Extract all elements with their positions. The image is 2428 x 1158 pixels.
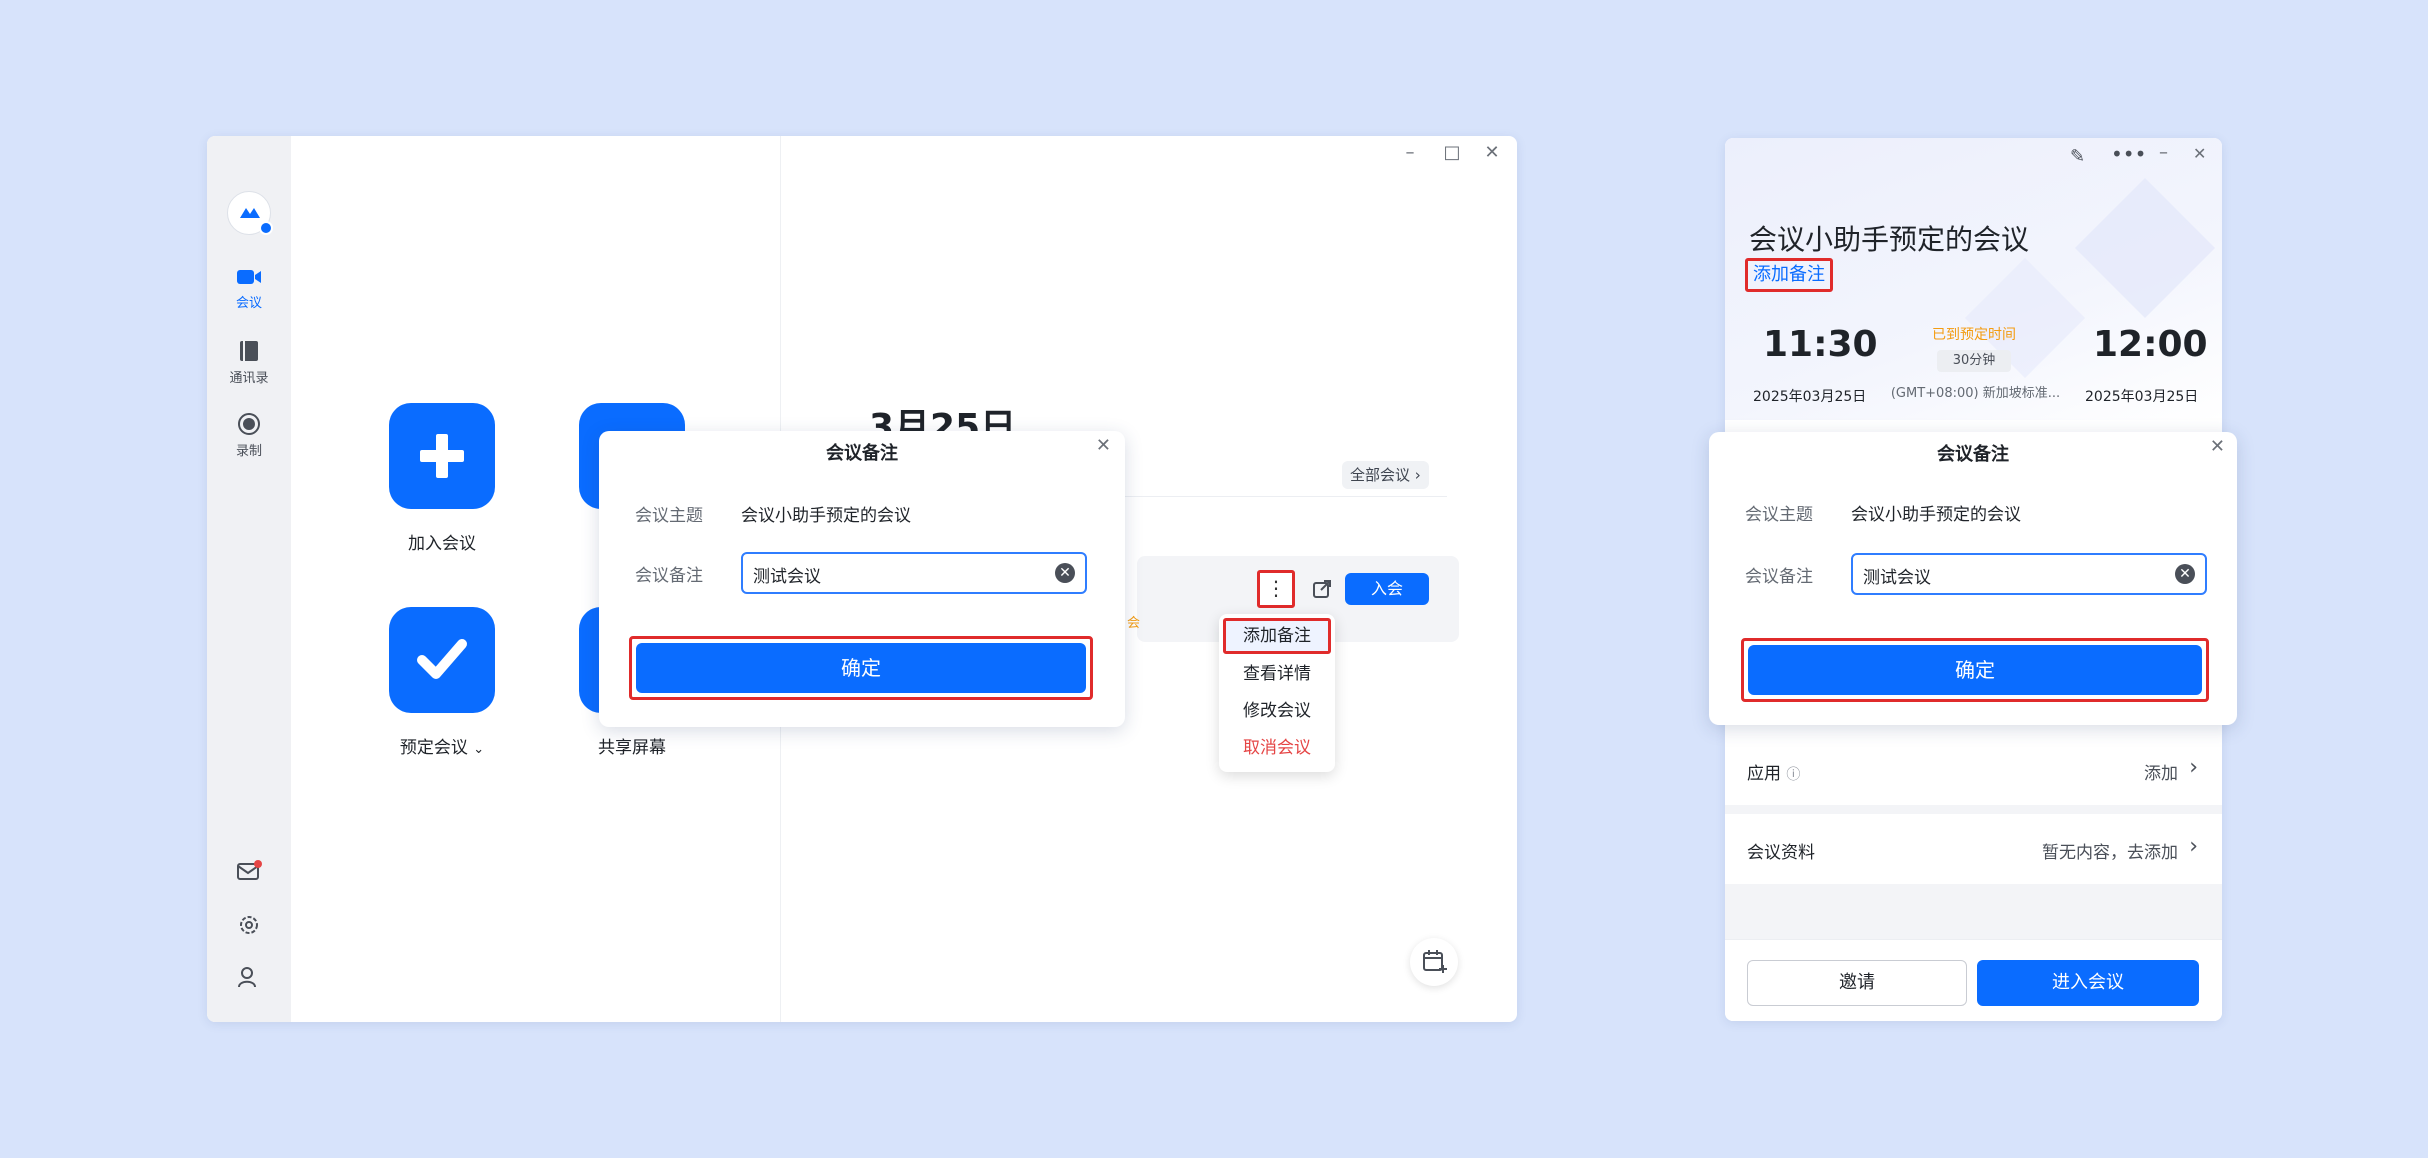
note-input[interactable]: 测试会议 ✕: [1851, 553, 2207, 595]
sidebar-item-settings[interactable]: [207, 913, 291, 941]
empty-area: [1725, 884, 2222, 940]
close-button[interactable]: ✕: [2193, 144, 2206, 163]
dialog-title: 会议备注: [826, 443, 898, 464]
mail-icon: [237, 860, 262, 880]
action-label-text: 预定会议: [399, 738, 468, 758]
action-label: 共享屏幕: [598, 738, 666, 758]
sidebar-item-label: 通讯录: [229, 371, 269, 386]
topic-label: 会议主题: [635, 506, 703, 526]
timezone-text: (GMT+08:00) 新加坡标准...: [1890, 386, 2061, 401]
join-tile: [389, 403, 495, 509]
invite-button[interactable]: 邀请: [1747, 960, 1967, 1006]
share-link-icon[interactable]: [1307, 574, 1337, 604]
minimize-button[interactable]: –: [2159, 142, 2168, 163]
detail-footer: 邀请 进入会议: [1725, 939, 2222, 1021]
topic-value: 会议小助手预定的会议: [741, 506, 911, 526]
sidebar: 会议 通讯录 录制: [207, 136, 291, 1022]
all-meetings-link[interactable]: 全部会议 ›: [1342, 461, 1429, 489]
sidebar-item-profile[interactable]: [207, 965, 291, 993]
join-button[interactable]: 入会: [1345, 573, 1429, 605]
more-options-button[interactable]: ⋮: [1257, 570, 1295, 608]
sidebar-item-recordings[interactable]: 录制: [207, 412, 291, 459]
dialog-title: 会议备注: [1937, 444, 2009, 465]
close-button[interactable]: ✕: [1477, 142, 1507, 163]
materials-action[interactable]: 暂无内容，去添加: [2042, 838, 2178, 863]
add-note-link[interactable]: 添加备注: [1745, 258, 1833, 292]
sidebar-item-meetings[interactable]: 会议: [207, 266, 291, 311]
end-time: 12:00: [2093, 324, 2208, 365]
menu-item-view-details[interactable]: 查看详情: [1219, 656, 1335, 692]
user-icon: [238, 967, 256, 988]
meeting-title: 会议小助手预定的会议: [1749, 223, 2030, 256]
meeting-note-dialog: 会议备注 ✕ 会议主题 会议小助手预定的会议 会议备注 测试会议 ✕ 确定: [599, 431, 1125, 727]
more-icon[interactable]: •••: [2111, 142, 2146, 166]
note-label: 会议备注: [1745, 567, 1813, 587]
join-meeting-button[interactable]: 加入会议: [389, 403, 495, 554]
contacts-book-icon: [240, 341, 258, 361]
calendar-add-icon: [1423, 950, 1447, 973]
topic-label: 会议主题: [1745, 505, 1813, 525]
menu-item-add-note[interactable]: 添加备注: [1223, 618, 1331, 654]
detail-header: ✎ ••• – ✕ 会议小助手预定的会议 添加备注 11:30 2025年03月…: [1725, 138, 2222, 420]
materials-label: 会议资料: [1747, 843, 1815, 863]
apps-label: 应用 ⓘ: [1747, 759, 1800, 784]
chevron-right-icon: ›: [1414, 466, 1421, 484]
video-camera-icon: [237, 270, 261, 284]
maximize-button[interactable]: □: [1437, 142, 1467, 163]
info-icon[interactable]: ⓘ: [1786, 767, 1800, 783]
plus-icon: [420, 434, 464, 478]
gear-icon: [240, 916, 258, 934]
duration-badge: 30分钟: [1937, 350, 2011, 372]
menu-item-edit-meeting[interactable]: 修改会议: [1219, 693, 1335, 729]
confirm-highlight: 确定: [1741, 638, 2209, 702]
sidebar-item-label: 会议: [235, 296, 262, 311]
edit-icon[interactable]: ✎: [2070, 146, 2085, 167]
materials-row[interactable]: 会议资料 暂无内容，去添加 ›: [1725, 814, 2222, 884]
sidebar-item-contacts[interactable]: 通讯录: [207, 339, 291, 386]
close-icon[interactable]: ✕: [1096, 435, 1111, 456]
record-icon: [238, 413, 260, 435]
note-input-text: 测试会议: [753, 567, 821, 587]
apps-row[interactable]: 应用 ⓘ 添加 ›: [1725, 735, 2222, 805]
meeting-note-dialog-right: 会议备注 ✕ 会议主题 会议小助手预定的会议 会议备注 测试会议 ✕ 确定: [1709, 432, 2237, 725]
minimize-button[interactable]: –: [1395, 142, 1425, 163]
confirm-button[interactable]: 确定: [636, 643, 1086, 693]
start-date: 2025年03月25日: [1753, 389, 1867, 405]
topic-value: 会议小助手预定的会议: [1851, 505, 2021, 525]
note-input[interactable]: 测试会议 ✕: [741, 552, 1087, 594]
meeting-context-menu: 添加备注 查看详情 修改会议 取消会议: [1219, 614, 1335, 772]
chevron-right-icon: ›: [2189, 755, 2198, 780]
all-meetings-label: 全部会议: [1350, 466, 1411, 484]
calendar-add-button[interactable]: [1410, 938, 1458, 986]
close-icon[interactable]: ✕: [2210, 436, 2225, 457]
end-date: 2025年03月25日: [2085, 389, 2199, 405]
menu-item-cancel-meeting[interactable]: 取消会议: [1219, 730, 1335, 766]
apps-action[interactable]: 添加: [2144, 759, 2178, 784]
confirm-highlight: 确定: [629, 636, 1093, 700]
enter-meeting-button[interactable]: 进入会议: [1977, 960, 2199, 1006]
status-text: 已到预定时间: [1932, 327, 2016, 343]
note-label: 会议备注: [635, 566, 703, 586]
checkmark-icon: [417, 639, 467, 679]
apps-label-text: 应用: [1747, 764, 1781, 784]
schedule-tile: [389, 607, 495, 713]
action-label: 预定会议 ⌄: [389, 733, 495, 758]
clear-icon[interactable]: ✕: [2175, 564, 2195, 584]
chevron-right-icon: ›: [2189, 834, 2198, 859]
chevron-down-icon[interactable]: ⌄: [473, 742, 484, 757]
start-time: 11:30: [1763, 324, 1878, 365]
schedule-meeting-button[interactable]: 预定会议 ⌄: [389, 607, 495, 758]
meeting-status-tag: 会: [1127, 616, 1141, 631]
clear-icon[interactable]: ✕: [1055, 563, 1075, 583]
confirm-button[interactable]: 确定: [1748, 645, 2202, 695]
sidebar-item-label: 录制: [235, 444, 262, 459]
action-label: 加入会议: [408, 534, 476, 554]
avatar-badge: [259, 221, 273, 235]
note-input-text: 测试会议: [1863, 568, 1931, 588]
sidebar-item-messages[interactable]: [207, 860, 291, 886]
